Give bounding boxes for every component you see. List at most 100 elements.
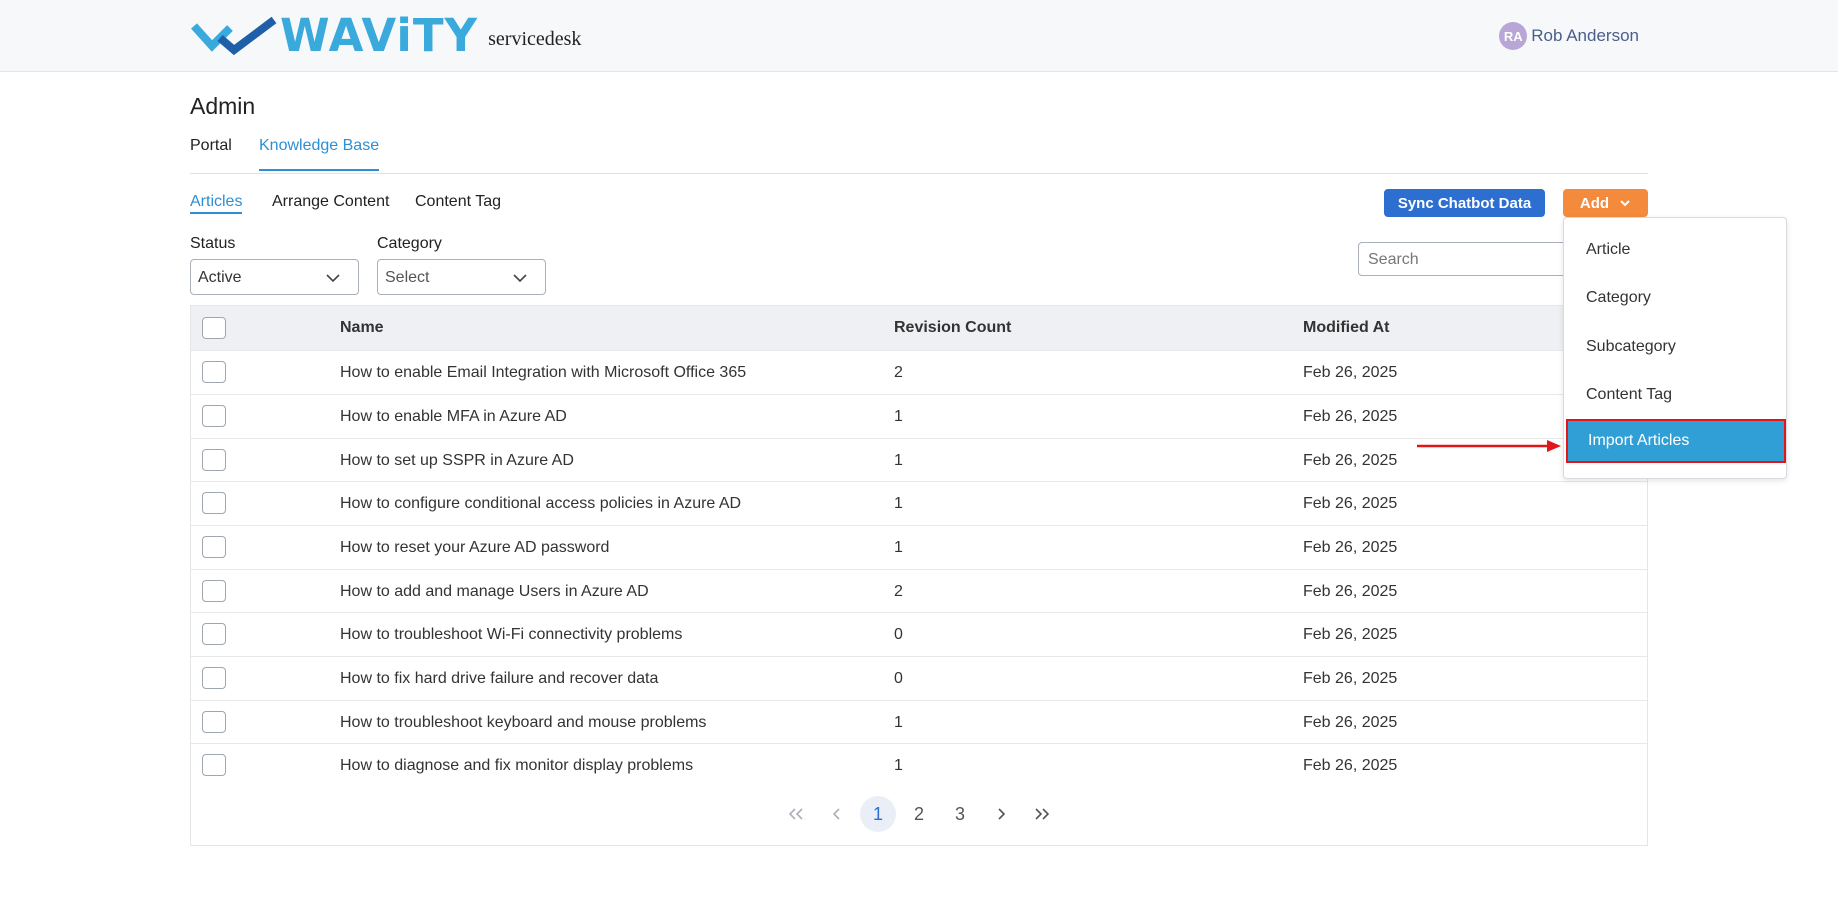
column-header-revision-count[interactable]: Revision Count — [894, 319, 1011, 337]
modified-at: Feb 26, 2025 — [1303, 670, 1398, 687]
article-name[interactable]: How to diagnose and fix monitor display … — [340, 757, 693, 775]
modified-at: Feb 26, 2025 — [1303, 495, 1398, 512]
page-2-button[interactable]: 2 — [901, 796, 937, 832]
sync-chatbot-data-button[interactable]: Sync Chatbot Data — [1384, 189, 1545, 217]
table-row[interactable]: How to fix hard drive failure and recove… — [191, 656, 1647, 700]
product-name: servicedesk — [488, 27, 582, 50]
status-filter-label: Status — [190, 235, 236, 252]
subtab-articles[interactable]: Articles — [190, 193, 243, 214]
top-bar: WAViTY servicedesk RA Rob Anderson — [0, 0, 1838, 72]
page-1-button[interactable]: 1 — [860, 796, 896, 832]
page-title: Admin — [190, 93, 256, 119]
menu-item-category[interactable]: Category — [1564, 276, 1786, 320]
add-dropdown-menu: Article Category Subcategory Content Tag… — [1563, 217, 1787, 479]
last-page-button[interactable] — [1024, 796, 1060, 832]
search-input[interactable]: Search — [1358, 242, 1568, 276]
table-row[interactable]: How to reset your Azure AD password 1 Fe… — [191, 525, 1647, 569]
modified-at: Feb 26, 2025 — [1303, 714, 1398, 731]
double-chevron-right-icon — [1035, 808, 1050, 820]
revision-count: 2 — [894, 364, 903, 381]
double-chevron-left-icon — [788, 808, 803, 820]
article-name[interactable]: How to fix hard drive failure and recove… — [340, 670, 658, 688]
main-tabs: Portal Knowledge Base — [190, 137, 1648, 174]
subtab-content-tag[interactable]: Content Tag — [415, 193, 501, 212]
row-checkbox[interactable] — [202, 405, 226, 427]
table-row[interactable]: How to enable Email Integration with Mic… — [191, 350, 1647, 394]
category-filter-label: Category — [377, 235, 442, 252]
article-name[interactable]: How to reset your Azure AD password — [340, 539, 609, 557]
menu-item-article[interactable]: Article — [1564, 228, 1786, 272]
revision-count: 1 — [894, 452, 903, 469]
revision-count: 1 — [894, 714, 903, 731]
article-name[interactable]: How to configure conditional access poli… — [340, 495, 741, 513]
article-name[interactable]: How to add and manage Users in Azure AD — [340, 583, 649, 601]
article-name[interactable]: How to troubleshoot Wi-Fi connectivity p… — [340, 626, 682, 644]
article-name[interactable]: How to enable MFA in Azure AD — [340, 408, 567, 426]
chevron-down-icon — [326, 274, 340, 283]
add-button[interactable]: Add — [1563, 189, 1648, 217]
modified-at: Feb 26, 2025 — [1303, 757, 1398, 774]
row-checkbox[interactable] — [202, 449, 226, 471]
modified-at: Feb 26, 2025 — [1303, 364, 1398, 381]
next-page-button[interactable] — [983, 796, 1019, 832]
status-select[interactable]: Active — [190, 259, 359, 295]
table-row[interactable]: How to troubleshoot keyboard and mouse p… — [191, 700, 1647, 744]
chevron-right-icon — [998, 808, 1006, 820]
first-page-button[interactable] — [778, 796, 814, 832]
search-placeholder: Search — [1368, 251, 1419, 268]
table-row[interactable]: How to diagnose and fix monitor display … — [191, 743, 1647, 787]
row-checkbox[interactable] — [202, 580, 226, 602]
add-label: Add — [1579, 194, 1610, 212]
revision-count: 0 — [894, 670, 903, 687]
modified-at: Feb 26, 2025 — [1303, 583, 1398, 600]
chevron-left-icon — [832, 808, 840, 820]
revision-count: 0 — [894, 626, 903, 643]
chevron-down-icon — [1620, 200, 1630, 207]
tab-portal[interactable]: Portal — [190, 137, 232, 169]
row-checkbox[interactable] — [202, 711, 226, 733]
revision-count: 1 — [894, 539, 903, 556]
revision-count: 1 — [894, 408, 903, 425]
article-name[interactable]: How to set up SSPR in Azure AD — [340, 452, 574, 470]
sync-chatbot-data-label: Sync Chatbot Data — [1397, 194, 1532, 212]
row-checkbox[interactable] — [202, 754, 226, 776]
table-row[interactable]: How to enable MFA in Azure AD 1 Feb 26, … — [191, 394, 1647, 438]
column-header-modified-at[interactable]: Modified At — [1303, 319, 1390, 337]
menu-item-import-articles[interactable]: Import Articles — [1566, 419, 1786, 463]
previous-page-button[interactable] — [819, 796, 855, 832]
modified-at: Feb 26, 2025 — [1303, 626, 1398, 643]
row-checkbox[interactable] — [202, 536, 226, 558]
row-checkbox[interactable] — [202, 623, 226, 645]
category-select-placeholder: Select — [385, 269, 430, 286]
articles-table: Name Revision Count Modified At How to e… — [190, 305, 1648, 846]
revision-count: 1 — [894, 757, 903, 774]
select-all-checkbox[interactable] — [202, 317, 226, 339]
menu-item-content-tag[interactable]: Content Tag — [1564, 373, 1786, 417]
modified-at: Feb 26, 2025 — [1303, 408, 1398, 425]
article-name[interactable]: How to enable Email Integration with Mic… — [340, 364, 746, 382]
page-3-button[interactable]: 3 — [942, 796, 978, 832]
category-select[interactable]: Select — [377, 259, 546, 295]
user-menu[interactable]: RA Rob Anderson — [1499, 22, 1639, 50]
table-row[interactable]: How to configure conditional access poli… — [191, 481, 1647, 525]
chevron-down-icon — [513, 274, 527, 283]
modified-at: Feb 26, 2025 — [1303, 452, 1398, 469]
table-row[interactable]: How to add and manage Users in Azure AD … — [191, 569, 1647, 613]
tab-knowledge-base[interactable]: Knowledge Base — [259, 137, 380, 171]
pagination: 1 2 3 — [191, 796, 1647, 832]
subtab-arrange-content[interactable]: Arrange Content — [272, 193, 389, 212]
row-checkbox[interactable] — [202, 361, 226, 383]
wavity-check-icon — [191, 16, 277, 56]
avatar: RA — [1499, 22, 1528, 50]
row-checkbox[interactable] — [202, 667, 226, 689]
table-row[interactable]: How to troubleshoot Wi-Fi connectivity p… — [191, 612, 1647, 656]
column-header-name[interactable]: Name — [340, 319, 384, 337]
article-name[interactable]: How to troubleshoot keyboard and mouse p… — [340, 714, 706, 732]
user-name: Rob Anderson — [1531, 26, 1639, 45]
brand-logo[interactable]: WAViTY servicedesk — [190, 13, 582, 58]
revision-count: 2 — [894, 583, 903, 600]
modified-at: Feb 26, 2025 — [1303, 539, 1398, 556]
menu-item-subcategory[interactable]: Subcategory — [1564, 325, 1786, 369]
row-checkbox[interactable] — [202, 492, 226, 514]
status-select-value: Active — [198, 269, 242, 286]
